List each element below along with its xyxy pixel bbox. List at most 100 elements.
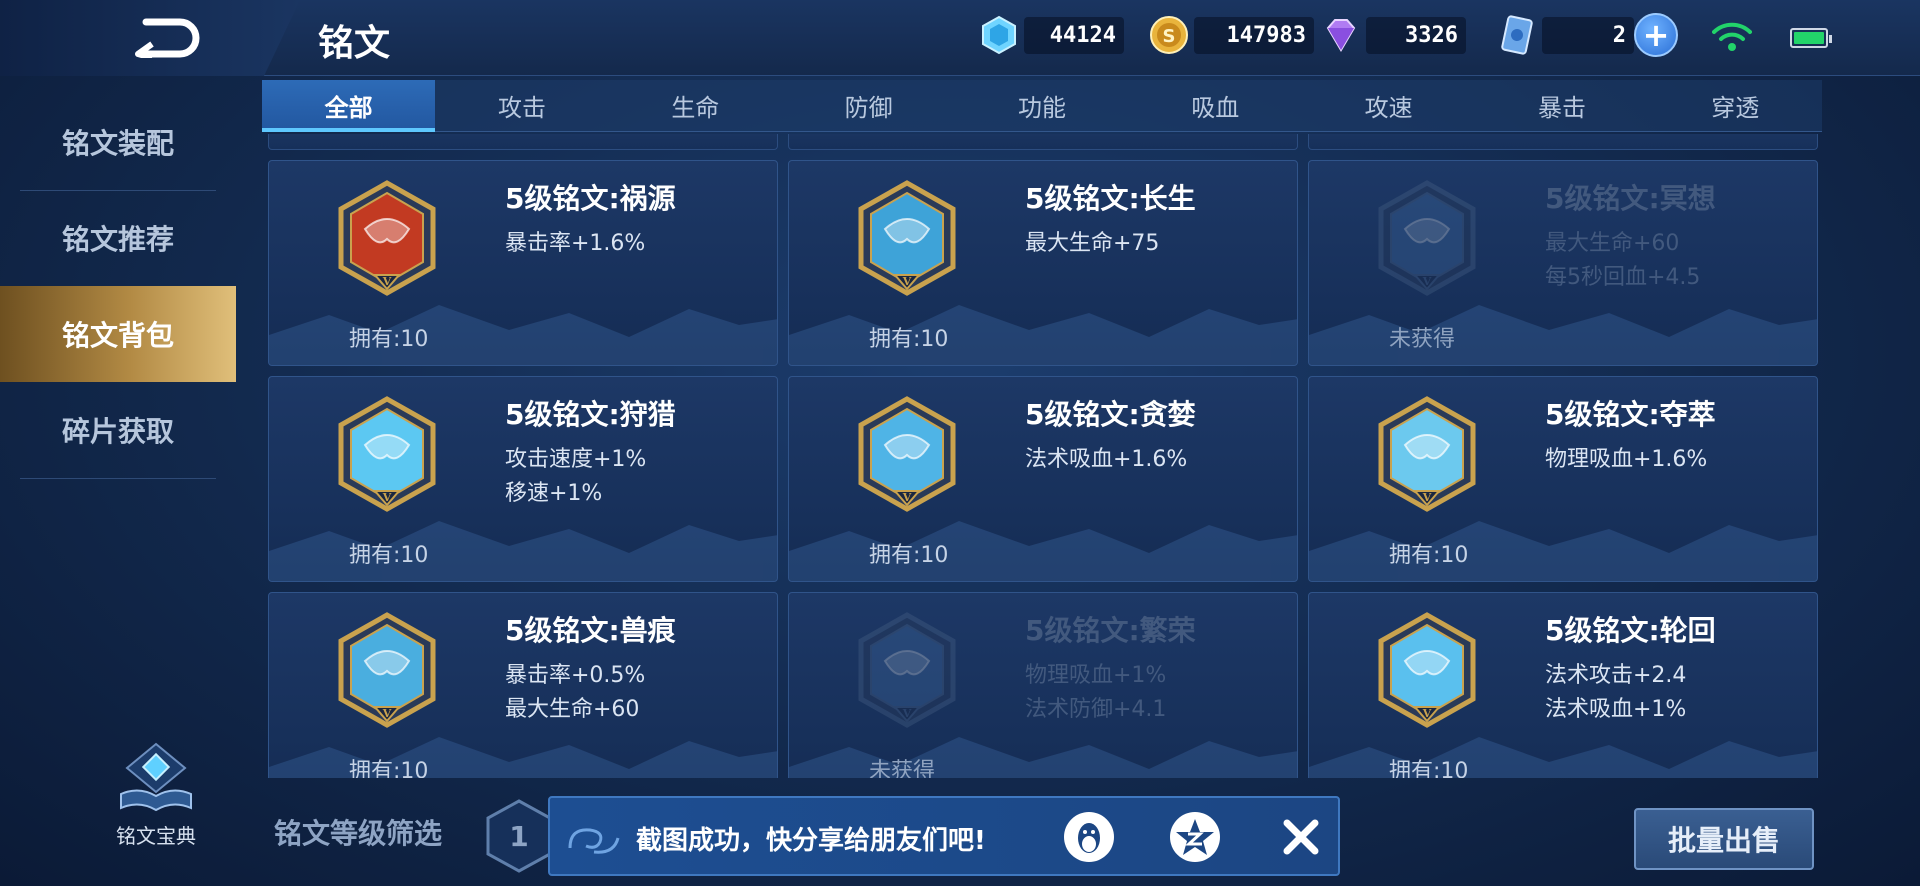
codex-button[interactable]: 铭文宝典 [96, 742, 216, 849]
toast-message: 截图成功，快分享给朋友们吧! [636, 826, 986, 856]
svg-text:V: V [382, 275, 392, 288]
inscription-name: 5级铭文:贪婪 [1025, 398, 1196, 431]
codex-label: 铭文宝典 [116, 824, 196, 848]
share-qzone-button[interactable] [1168, 810, 1222, 864]
gem-icon [1326, 19, 1356, 52]
card-stub [788, 134, 1298, 150]
inscription-stat: 每5秒回血+4.5 [1545, 265, 1701, 290]
owned-count: 拥有:10 [869, 327, 949, 352]
gem-count: 3326 [1366, 16, 1466, 54]
grey-star-emblem-icon: V [1378, 180, 1476, 296]
svg-text:S: S [1163, 26, 1176, 47]
hexagram-emblem-icon: V [858, 396, 956, 512]
svg-text:V: V [382, 707, 392, 720]
owned-count: 拥有:10 [349, 759, 429, 778]
inscription-stat: 法术吸血+1.6% [1025, 447, 1188, 472]
inscription-stat: 攻击速度+1% [505, 447, 647, 472]
inscription-name: 5级铭文:祸源 [505, 182, 676, 215]
gold-count: 147983 [1194, 16, 1314, 54]
sidebar-item-backpack[interactable]: 铭文背包 [0, 286, 236, 382]
card-stub [1308, 134, 1818, 150]
inscription-name: 5级铭文:繁荣 [1025, 614, 1196, 647]
inscription-stat: 暴击率+0.5% [505, 663, 646, 688]
lightning-emblem-icon: V [338, 396, 436, 512]
inscription-stat: 法术防御+4.1 [1025, 697, 1167, 722]
sidebar-divider [20, 478, 216, 479]
tab-penetration[interactable]: 穿透 [1649, 80, 1822, 131]
inscription-stat: 最大生命+75 [1025, 231, 1160, 256]
tab-crit[interactable]: 暴击 [1475, 80, 1648, 131]
inscription-name: 5级铭文:兽痕 [505, 614, 676, 647]
bulk-sell-button[interactable]: 批量出售 [1634, 808, 1814, 870]
owned-count: 拥有:10 [349, 327, 429, 352]
tab-lifesteal[interactable]: 吸血 [1129, 80, 1302, 131]
ticket-icon [1501, 15, 1533, 55]
codex-book-icon [120, 742, 192, 812]
tab-defense[interactable]: 防御 [782, 80, 955, 131]
inscription-stat: 最大生命+60 [505, 697, 640, 722]
tab-utility[interactable]: 功能 [955, 80, 1128, 131]
owned-count: 拥有:10 [1389, 543, 1469, 568]
inscription-card[interactable]: V 5级铭文:贪婪法术吸血+1.6% 拥有:10 [788, 376, 1298, 582]
inscription-card[interactable]: V 5级铭文:轮回 法术攻击+2.4 法术吸血+1% 拥有:10 [1308, 592, 1818, 778]
inscription-stat: 法术攻击+2.4 [1545, 663, 1687, 688]
tab-attack[interactable]: 攻击 [435, 80, 608, 131]
crystal-count: 44124 [1024, 16, 1124, 54]
sidebar-item-recommend[interactable]: 铭文推荐 [0, 190, 236, 286]
qzone-star-icon [1170, 812, 1220, 862]
screenshot-toast: 截图成功，快分享给朋友们吧! [548, 796, 1340, 876]
inscription-stat: 物理吸血+1.6% [1545, 447, 1708, 472]
inscription-card[interactable]: V 5级铭文:夺萃物理吸血+1.6% 拥有:10 [1308, 376, 1818, 582]
claw-emblem-icon: V [338, 612, 436, 728]
qq-penguin-icon [1064, 812, 1114, 862]
owned-count: 未获得 [1389, 327, 1456, 352]
crystal-currency: 44124 [978, 14, 1124, 56]
inscription-name: 5级铭文:狩猎 [505, 398, 676, 431]
svg-text:V: V [1422, 707, 1432, 720]
add-ticket-button[interactable]: + [1634, 13, 1678, 57]
sidebar-item-fragments[interactable]: 碎片获取 [0, 382, 236, 478]
inscription-name: 5级铭文:夺萃 [1545, 398, 1716, 431]
level-value: 1 [509, 820, 528, 853]
tab-all[interactable]: 全部 [262, 80, 436, 132]
knot-emblem-icon: V [1378, 396, 1476, 512]
owned-count: 拥有:10 [1389, 759, 1469, 778]
top-bar: 铭文 44124 S 147983 3326 2 + [0, 0, 1920, 76]
svg-text:V: V [1422, 275, 1432, 288]
battery-icon [1790, 28, 1832, 48]
gem-currency: 3326 [1320, 14, 1466, 56]
inscription-grid: V 5级铭文:祸源 暴击率+1.6% 拥有:10 V 5级铭文:长生 最大生命+75 拥有:1… [262, 134, 1822, 778]
level-filter-selector[interactable]: 1 [484, 798, 554, 874]
plus-icon: + [1642, 16, 1670, 54]
ticket-count: 2 [1542, 16, 1634, 54]
back-arrow-icon [135, 18, 200, 58]
tab-attack-speed[interactable]: 攻速 [1302, 80, 1475, 131]
share-qq-button[interactable] [1062, 810, 1116, 864]
inscription-card[interactable]: V 5级铭文:狩猎 攻击速度+1% 移速+1% 拥有:10 [268, 376, 778, 582]
close-toast-button[interactable] [1274, 810, 1328, 864]
tab-health[interactable]: 生命 [609, 80, 782, 131]
svg-text:V: V [902, 707, 912, 720]
inscription-stat: 最大生命+60 [1545, 231, 1680, 256]
svg-text:V: V [902, 275, 912, 288]
gold-currency: S 147983 [1148, 14, 1314, 56]
inscription-card[interactable]: V 5级铭文:兽痕暴击率+0.5% 最大生命+60 拥有:10 [268, 592, 778, 778]
owned-count: 未获得 [869, 759, 936, 778]
inscription-name: 5级铭文:长生 [1025, 182, 1196, 215]
back-button[interactable] [0, 0, 300, 76]
gold-coin-icon: S [1150, 16, 1188, 54]
grey-cross-emblem-icon: V [858, 612, 956, 728]
inscription-card[interactable]: V 5级铭文:长生最大生命+75 拥有:10 [788, 160, 1298, 366]
inscription-stat: 法术吸血+1% [1545, 697, 1687, 722]
close-icon [1283, 819, 1319, 855]
category-tabs: 全部 攻击 生命 防御 功能 吸血 攻速 暴击 穿透 [262, 80, 1822, 132]
inscription-card[interactable]: V 5级铭文:冥想 最大生命+60 每5秒回血+4.5 未获得 [1308, 160, 1818, 366]
page-title: 铭文 [318, 23, 391, 64]
inscription-card[interactable]: V 5级铭文:繁荣物理吸血+1% 法术防御+4.1 未获得 [788, 592, 1298, 778]
inscription-card[interactable]: V 5级铭文:祸源 暴击率+1.6% 拥有:10 [268, 160, 778, 366]
sidebar-item-equip[interactable]: 铭文装配 [0, 94, 236, 190]
owned-count: 拥有:10 [869, 543, 949, 568]
blue-wing-emblem-icon: V [858, 180, 956, 296]
inscription-stat: 物理吸血+1% [1025, 663, 1167, 688]
cloud-swirl-icon [568, 828, 620, 854]
